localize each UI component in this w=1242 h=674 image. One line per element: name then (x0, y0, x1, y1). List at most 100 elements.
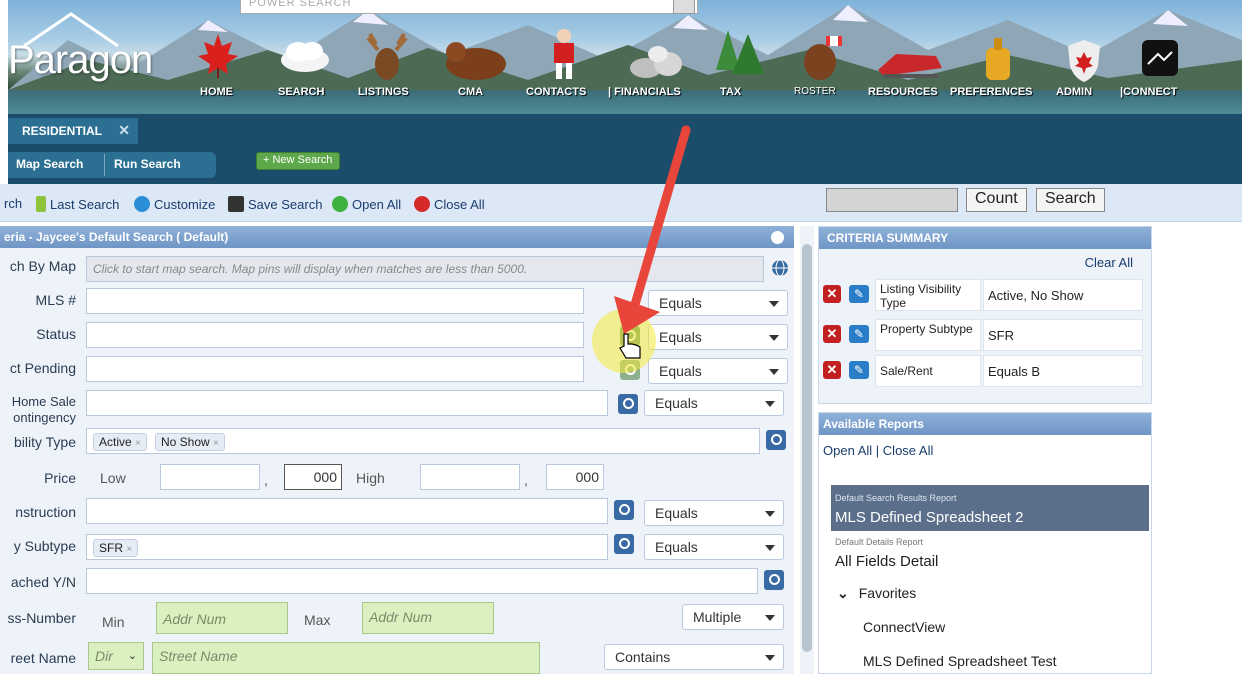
subtype-input[interactable]: SFR × (86, 534, 608, 560)
visibility-tag-active[interactable]: Active × (93, 433, 147, 451)
summary-row: ✕ ✎ Sale/Rent Equals B (819, 353, 1149, 387)
last-search-icon (36, 196, 46, 212)
price-high-input[interactable] (420, 464, 520, 490)
street-operator-select[interactable]: Contains (604, 644, 784, 670)
nav-tax[interactable]: TAX (720, 86, 741, 98)
pending-operator-select[interactable]: Equals (648, 358, 788, 384)
price-low-input[interactable] (160, 464, 260, 490)
clear-all-link[interactable]: Clear All (1085, 255, 1133, 270)
nav-search[interactable]: SEARCH (278, 86, 324, 98)
criteria-scrollbar[interactable] (800, 226, 814, 674)
last-search-button[interactable]: Last Search (36, 196, 119, 212)
count-button[interactable]: Count (966, 188, 1027, 212)
criteria-panel: ch By Map Click to start map search. Map… (0, 248, 794, 674)
rocks-icon (630, 46, 682, 78)
open-all-button[interactable]: Open All (332, 196, 401, 212)
map-search-field[interactable]: Click to start map search. Map pins will… (86, 256, 764, 282)
status-operator-select[interactable]: Equals (648, 324, 788, 350)
remove-criteria-icon[interactable]: ✕ (823, 285, 841, 303)
pending-input[interactable] (86, 356, 584, 382)
customize-button[interactable]: Customize (134, 196, 215, 212)
subtype-tag-sfr[interactable]: SFR × (93, 539, 139, 557)
price-high-thousands[interactable]: 000 (546, 464, 604, 490)
street-dir-select[interactable]: Dir ⌄ (88, 642, 144, 670)
hockey-player-icon (554, 29, 574, 79)
power-search-button[interactable] (673, 0, 695, 14)
close-all-button[interactable]: Close All (414, 196, 485, 212)
street-name-input[interactable]: Street Name (152, 642, 540, 674)
mls-input[interactable] (86, 288, 584, 314)
visibility-tag-no-show[interactable]: No Show × (155, 433, 225, 451)
visibility-lookup-icon[interactable] (766, 430, 786, 450)
edit-criteria-icon[interactable]: ✎ (849, 361, 869, 379)
nav-admin[interactable]: ADMIN (1056, 86, 1092, 98)
connect-icon (1142, 40, 1178, 76)
status-lookup-icon[interactable] (620, 326, 640, 346)
summary-key: Sale/Rent (875, 355, 981, 387)
tab-residential[interactable]: RESIDENTIAL ✕ (8, 118, 138, 144)
search-button[interactable]: Search (1036, 188, 1105, 212)
addr-operator-select[interactable]: Multiple (682, 604, 784, 630)
save-search-button[interactable]: Save Search (228, 196, 322, 212)
favorite-report-item[interactable]: MLS Defined Spreadsheet Test (863, 653, 1057, 669)
toolbar-search-link[interactable]: rch (4, 196, 22, 211)
header-banner: Paragon POWER SEARCH HOME SEARCH LISTING… (8, 0, 1242, 114)
attached-lookup-icon[interactable] (764, 570, 784, 590)
subtype-lookup-icon[interactable] (614, 534, 634, 554)
price-high-comma: , (524, 472, 528, 488)
nav-resources[interactable]: RESOURCES (868, 86, 938, 98)
nav-contacts[interactable]: CONTACTS (526, 86, 586, 98)
nav-listings[interactable]: LISTINGS (358, 86, 409, 98)
construction-lookup-icon[interactable] (614, 500, 634, 520)
pending-lookup-icon[interactable] (620, 360, 640, 380)
favorites-toggle[interactable]: ⌄ Favorites (837, 585, 916, 602)
scrollbar-thumb[interactable] (802, 244, 812, 652)
default-details-report-name[interactable]: All Fields Detail (835, 553, 938, 570)
floppy-disk-icon (228, 196, 244, 212)
home-sale-lookup-icon[interactable] (618, 394, 638, 414)
addr-min-input[interactable]: Addr Num (156, 602, 288, 634)
edit-criteria-icon[interactable]: ✎ (849, 285, 869, 303)
reports-close-all-link[interactable]: Close All (883, 443, 934, 458)
nav-roster[interactable]: ROSTER (794, 86, 836, 97)
home-sale-operator-select[interactable]: Equals (644, 390, 784, 416)
remove-criteria-icon[interactable]: ✕ (823, 361, 841, 379)
favorite-report-item[interactable]: ConnectView (863, 619, 945, 635)
status-input[interactable] (86, 322, 584, 348)
nav-preferences[interactable]: PREFERENCES (950, 86, 1033, 98)
edit-criteria-icon[interactable]: ✎ (849, 325, 869, 343)
nav-financials[interactable]: | FINANCIALS (608, 86, 681, 98)
default-search-report-caption: Default Search Results Report (835, 493, 957, 503)
quick-search-input[interactable] (826, 188, 958, 212)
search-subbar: Map Search Run Search + New Search (8, 144, 1242, 184)
addr-min-label: Min (102, 614, 125, 630)
nav-cma[interactable]: CMA (458, 86, 483, 98)
close-tab-icon[interactable]: ✕ (118, 122, 130, 139)
bear-icon (446, 42, 506, 80)
power-search-input[interactable]: POWER SEARCH (240, 0, 698, 14)
visibility-input[interactable]: Active × No Show × (86, 428, 760, 454)
attached-input[interactable] (86, 568, 758, 594)
mls-label: MLS # (35, 292, 76, 308)
default-search-report[interactable]: Default Search Results Report MLS Define… (831, 485, 1149, 531)
subtype-operator-select[interactable]: Equals (644, 534, 784, 560)
remove-criteria-icon[interactable]: ✕ (823, 325, 841, 343)
new-search-button[interactable]: + New Search (256, 152, 340, 170)
status-label: Status (36, 326, 76, 342)
tab-map-search[interactable]: Map Search (16, 157, 83, 171)
price-low-thousands[interactable]: 000 (284, 464, 342, 490)
tab-run-search[interactable]: Run Search (114, 157, 181, 171)
globe-icon[interactable] (770, 258, 790, 278)
nav-home[interactable]: HOME (200, 86, 233, 98)
reports-open-all-link[interactable]: Open All (823, 443, 872, 458)
attached-label: ached Y/N (10, 574, 76, 590)
collapse-icon[interactable] (771, 231, 784, 244)
mls-operator-select[interactable]: Equals (648, 290, 788, 316)
criteria-summary-panel: CRITERIA SUMMARY Clear All ✕ ✎ Listing V… (818, 226, 1152, 404)
addr-max-input[interactable]: Addr Num (362, 602, 494, 634)
construction-operator-select[interactable]: Equals (644, 500, 784, 526)
home-sale-input[interactable] (86, 390, 608, 416)
construction-input[interactable] (86, 498, 608, 524)
nav-connect[interactable]: |CONNECT (1120, 86, 1177, 98)
shield-icon (1068, 40, 1100, 82)
